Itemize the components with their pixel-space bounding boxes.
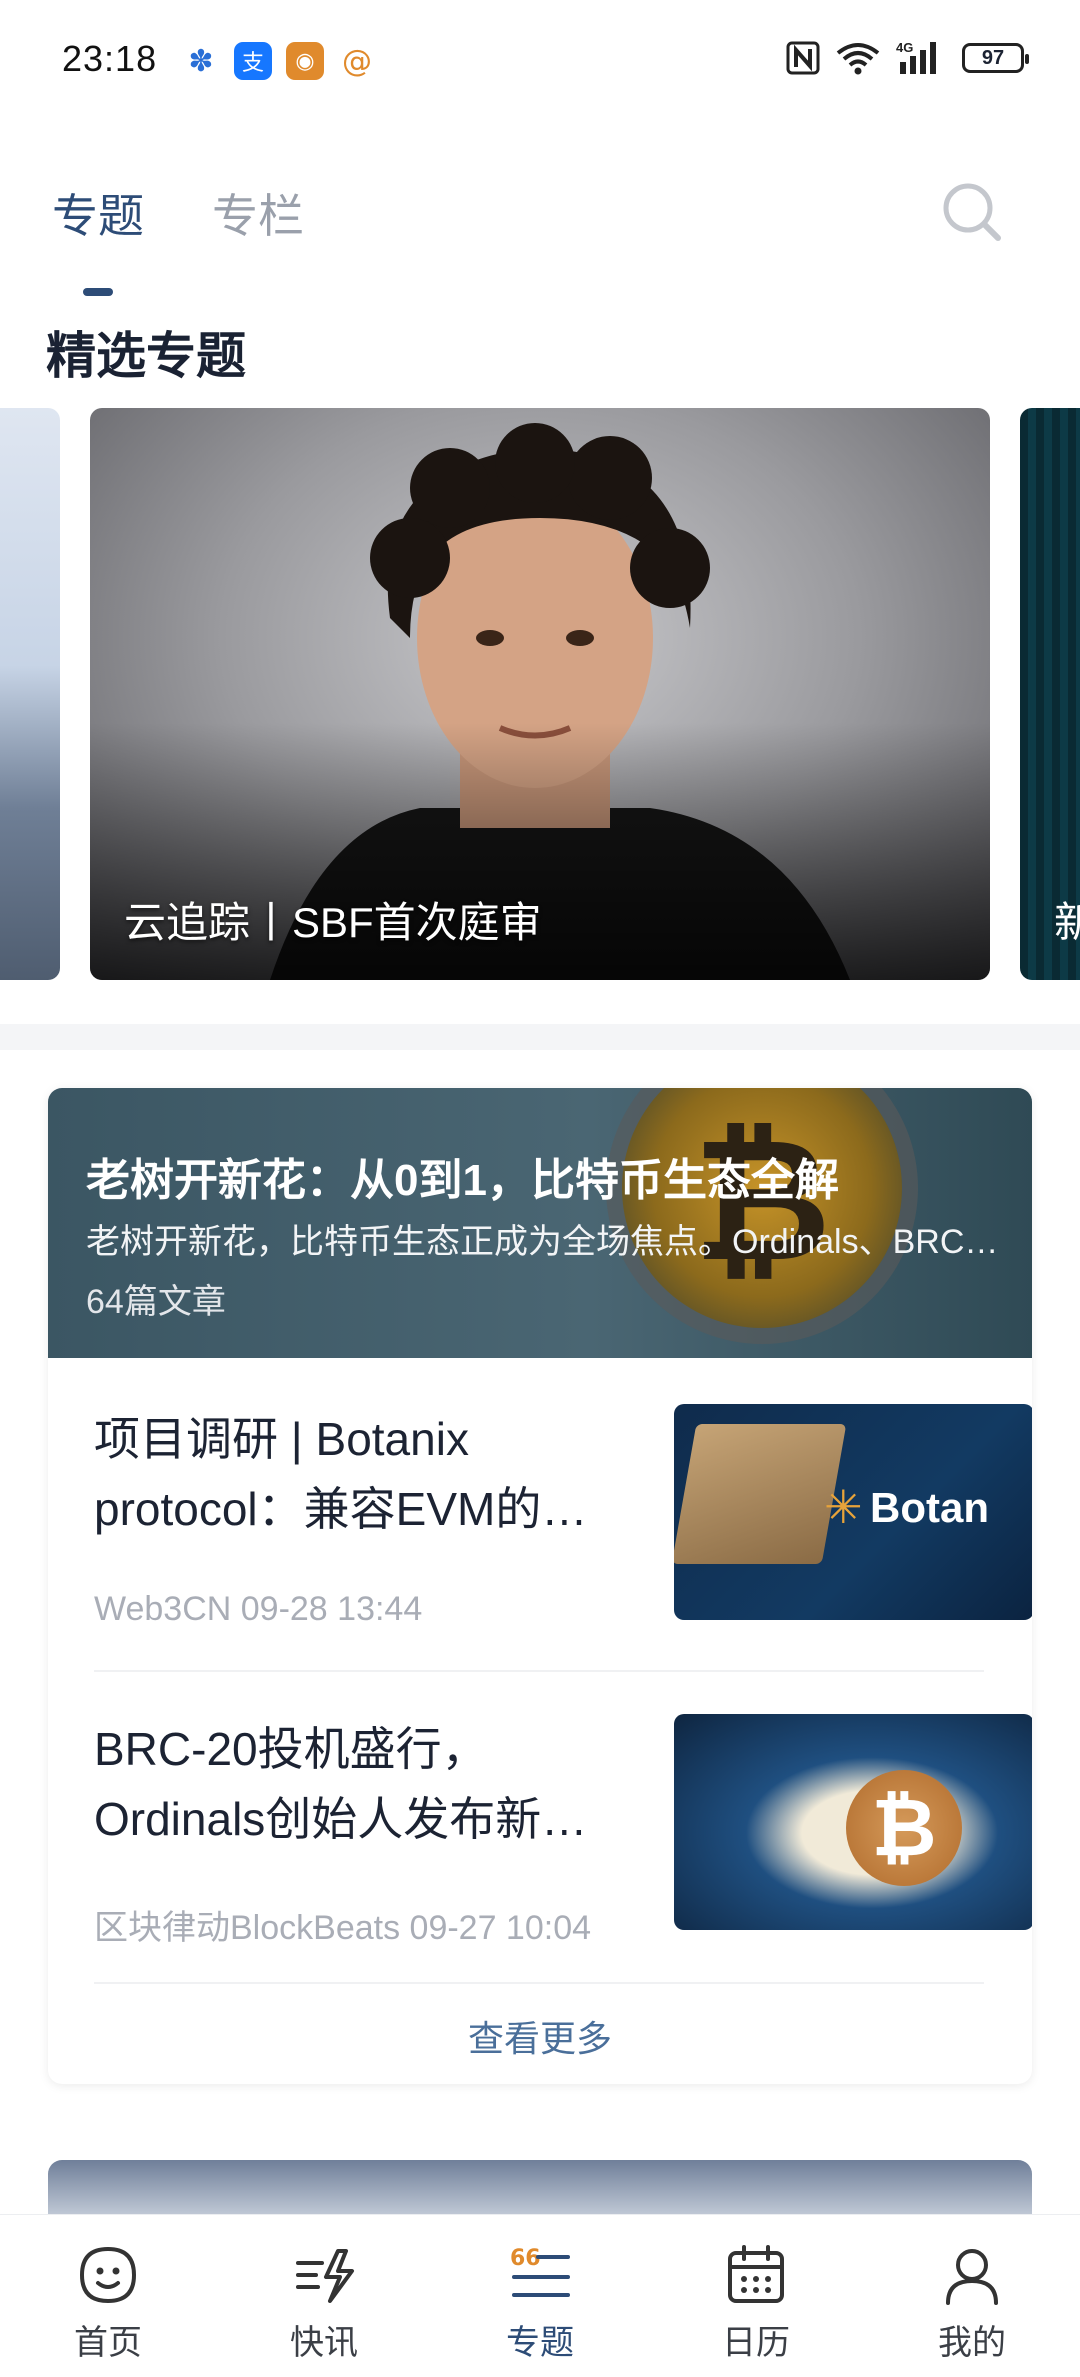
shop-app-icon: ◉ (286, 42, 324, 80)
topic-description: 老树开新花，比特币生态正成为全场焦点。Ordinals、BRC-20…… (86, 1223, 1006, 1261)
nfc-icon (786, 41, 820, 75)
svg-text:66: 66 (510, 2246, 541, 2271)
carousel-next-caption: 新 (1054, 899, 1080, 946)
topic-card[interactable]: ₿ 老树开新花：从0到1，比特币生态全解 老树开新花，比特币生态正成为全场焦点。… (48, 1088, 1032, 2084)
nav-flash[interactable]: 快讯 (216, 2215, 432, 2377)
folder-illustration (674, 1424, 847, 1564)
section-divider (0, 1024, 1080, 1050)
nav-label: 首页 (74, 2324, 142, 2362)
svg-text:4G: 4G (896, 40, 913, 55)
search-icon[interactable] (940, 180, 1004, 244)
wifi-icon (836, 43, 880, 75)
top-tabs: 专题 专栏 (52, 180, 304, 246)
nav-me[interactable]: 我的 (864, 2215, 1080, 2377)
bitcoin-coin-icon: ₿ (846, 1770, 962, 1886)
topic-title: 老树开新花：从0到1，比特币生态全解 (86, 1156, 839, 1205)
topic-quote-icon: 66 (510, 2246, 570, 2297)
nav-calendar[interactable]: 日历 (648, 2215, 864, 2377)
battery-indicator: 97 (962, 43, 1029, 73)
article-meta: 区块律动BlockBeats 09-27 10:04 (94, 1909, 592, 1947)
nav-label: 快讯 (290, 2324, 358, 2362)
status-bar: 23:18 ✽ 支 ◉ @ 4G 97 (0, 0, 1080, 120)
cellular-signal-icon: 4G (896, 40, 936, 74)
nav-home[interactable]: 首页 (0, 2215, 216, 2377)
carousel-caption: 云追踪丨SBF首次庭审 (124, 899, 542, 946)
tab-topics[interactable]: 专题 (52, 180, 144, 246)
status-time: 23:18 (62, 38, 158, 79)
article-separator (94, 1670, 984, 1672)
carousel-slide-main[interactable]: 云追踪丨SBF首次庭审 (90, 408, 990, 980)
magnifier-bitcoin-image: ₿ (622, 1088, 902, 1328)
notification-icons: ✽ 支 ◉ @ (182, 42, 376, 80)
smile-face-icon (79, 2246, 137, 2304)
topic-article-count: 64篇文章 (86, 1283, 226, 1321)
thumbnail-brand-text: Botan (870, 1484, 989, 1531)
bottom-nav: 首页 快讯 66 专题 日历 我的 (0, 2214, 1080, 2377)
at-app-icon: @ (342, 43, 372, 79)
status-indicators: 4G 97 (786, 40, 1029, 76)
next-topic-card[interactable] (48, 2160, 1032, 2220)
calendar-icon (728, 2245, 784, 2303)
article-meta: Web3CN 09-28 13:44 (94, 1590, 423, 1628)
nav-label: 专题 (506, 2324, 574, 2362)
nav-label: 我的 (938, 2324, 1006, 2362)
person-icon (946, 2249, 998, 2305)
article-title: BRC-20投机盛行，Ordinals创始人发布新协议 (94, 1723, 588, 1845)
featured-carousel[interactable]: 云追踪丨SBF首次庭审 新 (0, 408, 1080, 980)
article-thumbnail: ₿ (674, 1714, 1032, 1930)
article-title: 项目调研 | Botanix protocol：兼容EVM的比特币二层 (94, 1413, 588, 1535)
see-more-link[interactable]: 查看更多 (48, 2010, 1032, 2062)
article-thumbnail: ✳ Botan (674, 1404, 1032, 1620)
alipay-app-icon: 支 (234, 42, 272, 80)
topic-banner[interactable]: ₿ 老树开新花：从0到1，比特币生态全解 老树开新花，比特币生态正成为全场焦点。… (48, 1088, 1032, 1358)
article-separator (94, 1982, 984, 1984)
nav-topics[interactable]: 66 专题 (432, 2215, 648, 2377)
flash-news-icon (296, 2249, 354, 2303)
article-item[interactable]: BRC-20投机盛行，Ordinals创始人发布新协议 区块律动BlockBea… (94, 1714, 1032, 1974)
article-item[interactable]: 项目调研 | Botanix protocol：兼容EVM的比特币二层 Web3… (94, 1404, 1032, 1664)
section-title: 精选专题 (46, 328, 246, 384)
battery-level: 97 (981, 46, 1005, 69)
tab-columns[interactable]: 专栏 (212, 180, 304, 246)
paw-app-icon: ✽ (188, 43, 214, 79)
spider-logo-icon: ✳ (824, 1480, 863, 1534)
carousel-slide-next[interactable]: 新 (1020, 408, 1080, 980)
nav-label: 日历 (722, 2324, 790, 2362)
carousel-slide-prev[interactable] (0, 408, 60, 980)
